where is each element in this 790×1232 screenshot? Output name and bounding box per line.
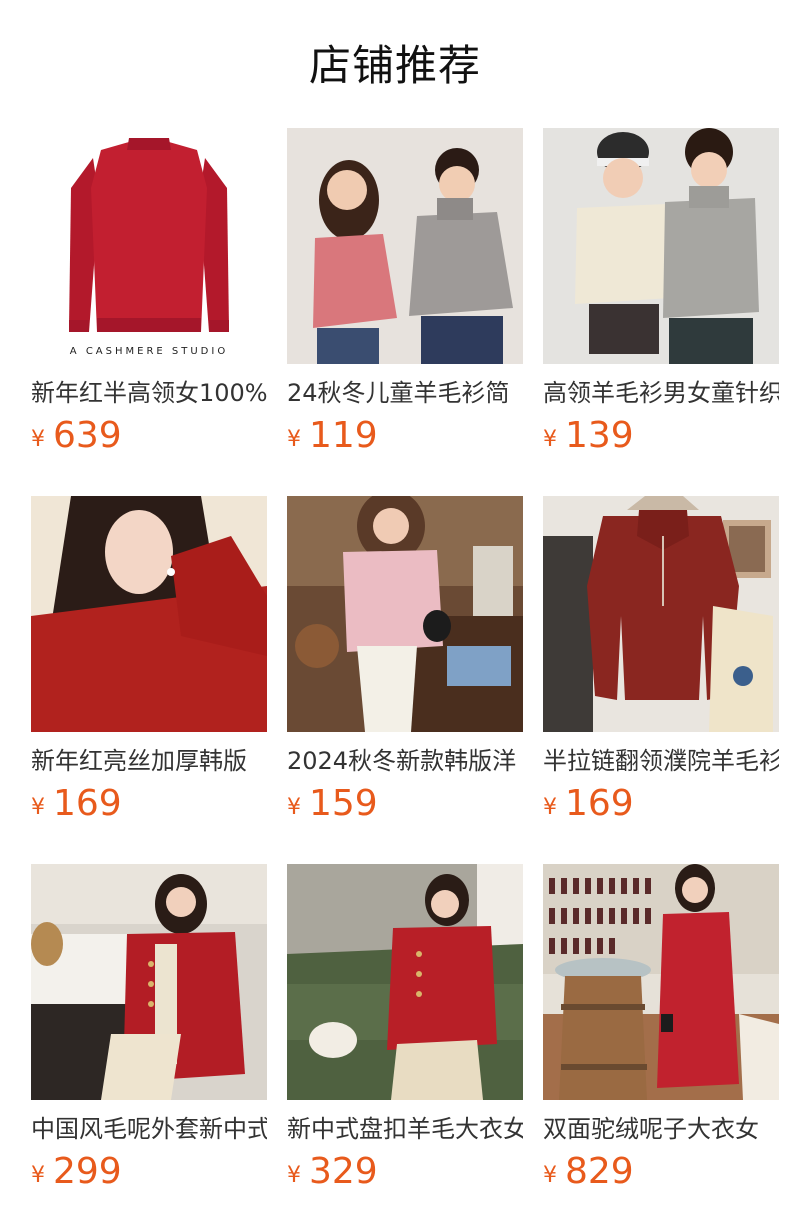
product-price: ¥ 169 bbox=[31, 784, 267, 824]
product-price: ¥ 329 bbox=[287, 1152, 523, 1192]
kids-photo bbox=[287, 128, 523, 364]
product-image[interactable] bbox=[543, 128, 779, 364]
currency-symbol: ¥ bbox=[543, 1163, 557, 1188]
product-title[interactable]: 双面驼绒呢子大衣女 bbox=[543, 1112, 779, 1146]
product-title[interactable]: 24秋冬儿童羊毛衫简 bbox=[287, 376, 523, 410]
recommend-page: 店铺推荐 A CASHMERE STUDIO 新年红半高领女100% ¥ 639… bbox=[0, 0, 790, 1232]
product-price: ¥ 169 bbox=[543, 784, 779, 824]
product-price: ¥ 299 bbox=[31, 1152, 267, 1192]
price-value: 159 bbox=[309, 783, 378, 824]
product-image[interactable] bbox=[31, 496, 267, 732]
product-image[interactable] bbox=[543, 864, 779, 1100]
product-image[interactable]: A CASHMERE STUDIO bbox=[31, 128, 267, 364]
price-value: 139 bbox=[565, 415, 634, 456]
product-card[interactable]: 高领羊毛衫男女童针织 ¥ 139 bbox=[543, 128, 779, 496]
brand-watermark: A CASHMERE STUDIO bbox=[70, 346, 228, 357]
product-image[interactable] bbox=[287, 128, 523, 364]
sweater-photo: A CASHMERE STUDIO bbox=[31, 128, 267, 364]
price-value: 169 bbox=[565, 783, 634, 824]
woman-pink-cafe-photo bbox=[287, 496, 523, 732]
currency-symbol: ¥ bbox=[287, 427, 301, 452]
product-card[interactable]: 2024秋冬新款韩版洋 ¥ 159 bbox=[287, 496, 523, 864]
kids-cable-knit-photo bbox=[543, 128, 779, 364]
product-title[interactable]: 新年红亮丝加厚韩版 bbox=[31, 744, 267, 778]
product-card[interactable]: 双面驼绒呢子大衣女 ¥ 829 bbox=[543, 864, 779, 1232]
price-value: 169 bbox=[53, 783, 122, 824]
price-value: 639 bbox=[53, 415, 122, 456]
price-value: 119 bbox=[309, 415, 378, 456]
product-price: ¥ 639 bbox=[31, 416, 267, 456]
woman-wine-shop-photo bbox=[543, 864, 779, 1100]
product-image[interactable] bbox=[31, 864, 267, 1100]
currency-symbol: ¥ bbox=[31, 427, 45, 452]
product-title[interactable]: 高领羊毛衫男女童针织 bbox=[543, 376, 779, 410]
woman-red-knit-photo bbox=[31, 496, 267, 732]
product-card[interactable]: 新中式盘扣羊毛大衣女 ¥ 329 bbox=[287, 864, 523, 1232]
product-image[interactable] bbox=[287, 864, 523, 1100]
product-price: ¥ 139 bbox=[543, 416, 779, 456]
product-title[interactable]: 半拉链翻领濮院羊毛衫 bbox=[543, 744, 779, 778]
product-card[interactable]: 半拉链翻领濮院羊毛衫 ¥ 169 bbox=[543, 496, 779, 864]
price-value: 829 bbox=[565, 1151, 634, 1192]
product-price: ¥ 119 bbox=[287, 416, 523, 456]
product-price: ¥ 829 bbox=[543, 1152, 779, 1192]
product-title[interactable]: 2024秋冬新款韩版洋 bbox=[287, 744, 523, 778]
product-card[interactable]: 24秋冬儿童羊毛衫简 ¥ 119 bbox=[287, 128, 523, 496]
product-card[interactable]: A CASHMERE STUDIO 新年红半高领女100% ¥ 639 bbox=[31, 128, 267, 496]
product-image[interactable] bbox=[287, 496, 523, 732]
woman-green-sofa-photo bbox=[287, 864, 523, 1100]
currency-symbol: ¥ bbox=[287, 1163, 301, 1188]
product-card[interactable]: 新年红亮丝加厚韩版 ¥ 169 bbox=[31, 496, 267, 864]
product-title[interactable]: 新年红半高领女100% bbox=[31, 376, 267, 410]
currency-symbol: ¥ bbox=[543, 795, 557, 820]
product-card[interactable]: 中国风毛呢外套新中式 ¥ 299 bbox=[31, 864, 267, 1232]
product-title[interactable]: 新中式盘扣羊毛大衣女 bbox=[287, 1112, 523, 1146]
price-value: 299 bbox=[53, 1151, 122, 1192]
product-image[interactable] bbox=[543, 496, 779, 732]
product-grid: A CASHMERE STUDIO 新年红半高领女100% ¥ 639 24秋冬… bbox=[31, 128, 779, 1232]
hanging-sweater-photo bbox=[543, 496, 779, 732]
currency-symbol: ¥ bbox=[31, 1163, 45, 1188]
currency-symbol: ¥ bbox=[543, 427, 557, 452]
product-price: ¥ 159 bbox=[287, 784, 523, 824]
price-value: 329 bbox=[309, 1151, 378, 1192]
currency-symbol: ¥ bbox=[31, 795, 45, 820]
currency-symbol: ¥ bbox=[287, 795, 301, 820]
page-title: 店铺推荐 bbox=[308, 41, 481, 90]
product-title[interactable]: 中国风毛呢外套新中式 bbox=[31, 1112, 267, 1146]
woman-red-coat-counter-photo bbox=[31, 864, 267, 1100]
